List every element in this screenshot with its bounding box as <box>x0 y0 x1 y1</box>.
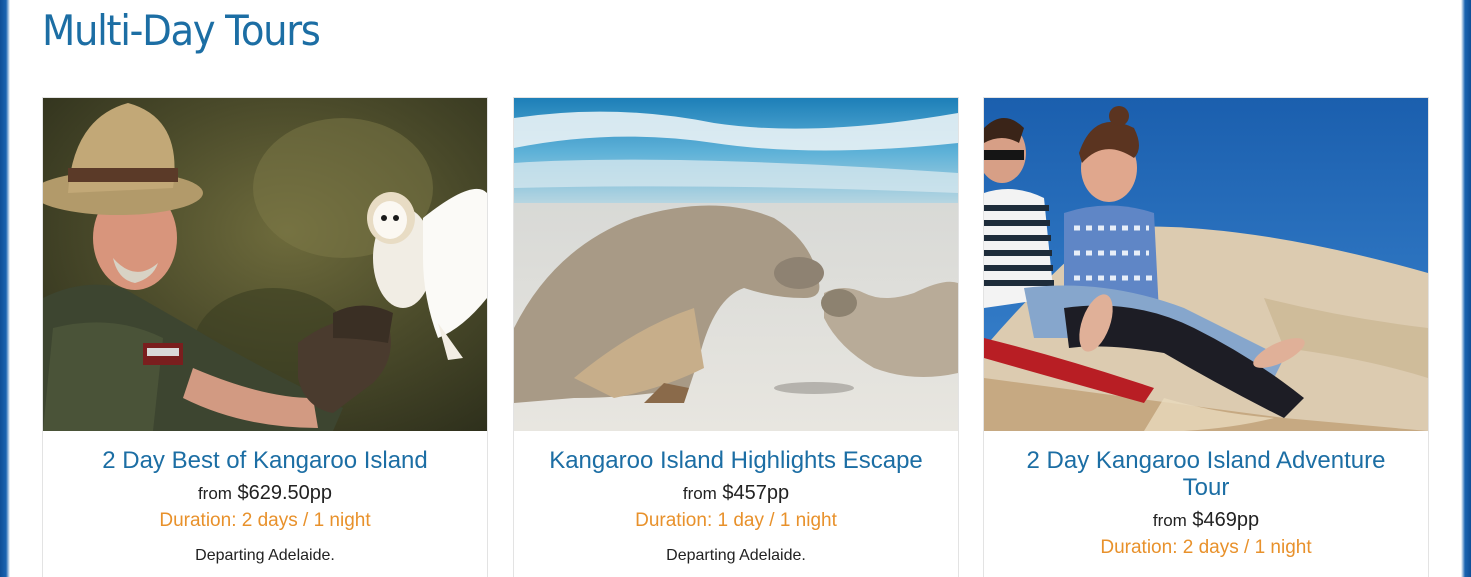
tour-title-link[interactable]: 2 Day Best of Kangaroo Island <box>63 447 467 474</box>
duration-text: Duration: 1 day / 1 night <box>635 510 837 531</box>
price-line: from $457pp <box>534 481 938 506</box>
page-content: Multi-Day Tours 2 Day Best of Kangaroo I… <box>10 0 1461 577</box>
tour-card[interactable]: 2 Day Kangaroo Island Adventure Tour fro… <box>983 97 1429 577</box>
price-prefix: from <box>682 484 717 503</box>
sandboarding-illustration <box>984 98 1428 431</box>
price-value: $469pp <box>1192 509 1260 531</box>
tour-card-body: 2 Day Kangaroo Island Adventure Tour fro… <box>984 447 1428 559</box>
tour-title-link[interactable]: Kangaroo Island Highlights Escape <box>534 447 938 474</box>
price-value: $457pp <box>722 482 790 504</box>
tour-image-sea-lions[interactable] <box>514 98 958 431</box>
sea-lions-illustration <box>514 98 958 431</box>
price-line: from $469pp <box>1004 508 1408 533</box>
duration-text: Duration: 2 days / 1 night <box>159 510 371 531</box>
price-value: $629.50pp <box>237 482 333 504</box>
tour-image-barn-owl[interactable] <box>43 98 487 431</box>
price-prefix: from <box>197 484 232 503</box>
price-line: from $629.50pp <box>63 481 467 506</box>
tour-card-body: 2 Day Best of Kangaroo Island from $629.… <box>43 447 487 566</box>
tour-card[interactable]: Kangaroo Island Highlights Escape from $… <box>513 97 959 577</box>
tour-card-body: Kangaroo Island Highlights Escape from $… <box>514 447 958 566</box>
guide-with-owl-illustration <box>43 98 487 431</box>
departing-text: Departing Adelaide. <box>666 547 806 564</box>
page-title: Multi-Day Tours <box>42 6 321 55</box>
duration-text: Duration: 2 days / 1 night <box>1100 537 1312 558</box>
tour-card[interactable]: 2 Day Best of Kangaroo Island from $629.… <box>42 97 488 577</box>
price-prefix: from <box>1152 511 1187 530</box>
tour-image-sandboarding[interactable] <box>984 98 1428 431</box>
tour-title-link[interactable]: 2 Day Kangaroo Island Adventure Tour <box>1004 447 1408 501</box>
departing-text: Departing Adelaide. <box>195 547 335 564</box>
